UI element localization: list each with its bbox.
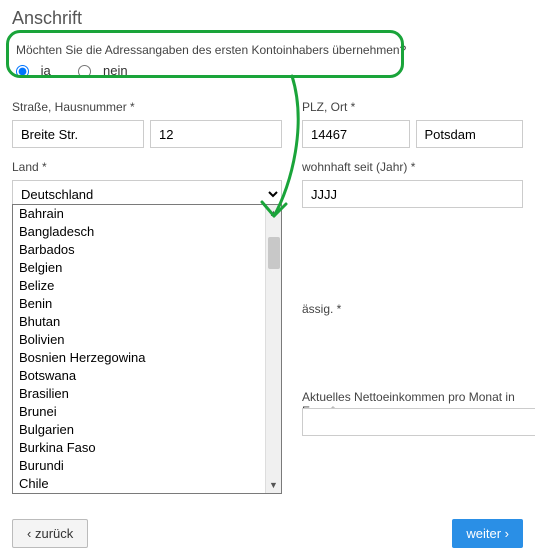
plz-input[interactable] [302,120,410,148]
country-option[interactable]: Burkina Faso [13,439,281,457]
country-option[interactable]: Chile [13,475,281,493]
resident-since-label: wohnhaft seit (Jahr) * [302,160,523,174]
street-label: Straße, Hausnummer * [12,100,282,114]
country-option[interactable]: Bosnien Herzegowina [13,349,281,367]
house-number-input[interactable] [150,120,282,148]
scroll-up-icon[interactable]: ▲ [266,205,281,221]
country-option[interactable]: Benin [13,295,281,313]
radio-no-text: nein [103,63,128,78]
country-option[interactable]: Bahrain [13,205,281,223]
copy-address-question-text: Möchten Sie die Adressangaben des ersten… [16,43,519,57]
country-option[interactable]: Brunei [13,403,281,421]
country-option[interactable]: Brasilien [13,385,281,403]
country-option[interactable]: Barbados [13,241,281,259]
radio-no[interactable] [78,65,91,78]
country-dropdown-list[interactable]: BahrainBangladeschBarbadosBelgienBelizeB… [12,204,282,494]
back-button[interactable]: ‹ zurück [12,519,88,548]
chevron-right-icon: › [505,526,509,541]
chevron-left-icon: ‹ [27,526,31,541]
country-option[interactable]: Bhutan [13,313,281,331]
plz-ort-label: PLZ, Ort * [302,100,523,114]
dropdown-scrollbar[interactable]: ▲ ▼ [265,205,281,493]
copy-address-question: Möchten Sie die Adressangaben des ersten… [12,37,523,88]
next-button-label: weiter [466,526,501,541]
country-option[interactable]: Bangladesch [13,223,281,241]
radio-yes-text: ja [41,63,51,78]
resident-since-input[interactable] [302,180,523,208]
income-input[interactable] [302,408,535,436]
scroll-down-icon[interactable]: ▼ [266,477,281,493]
country-option[interactable]: Burundi [13,457,281,475]
tax-residency-label-fragment: ässig. * [302,302,341,316]
ort-input[interactable] [416,120,524,148]
country-option[interactable]: Belgien [13,259,281,277]
section-title: Anschrift [12,8,523,29]
radio-yes-label[interactable]: ja [16,63,54,78]
radio-no-label[interactable]: nein [78,63,127,78]
scroll-thumb[interactable] [268,237,280,269]
country-option[interactable]: Bolivien [13,331,281,349]
country-option[interactable]: Botswana [13,367,281,385]
street-input[interactable] [12,120,144,148]
country-option[interactable]: Bulgarien [13,421,281,439]
country-option[interactable]: Belize [13,277,281,295]
back-button-label: zurück [35,526,73,541]
country-label: Land * [12,160,282,174]
radio-yes[interactable] [16,65,29,78]
next-button[interactable]: weiter › [452,519,523,548]
